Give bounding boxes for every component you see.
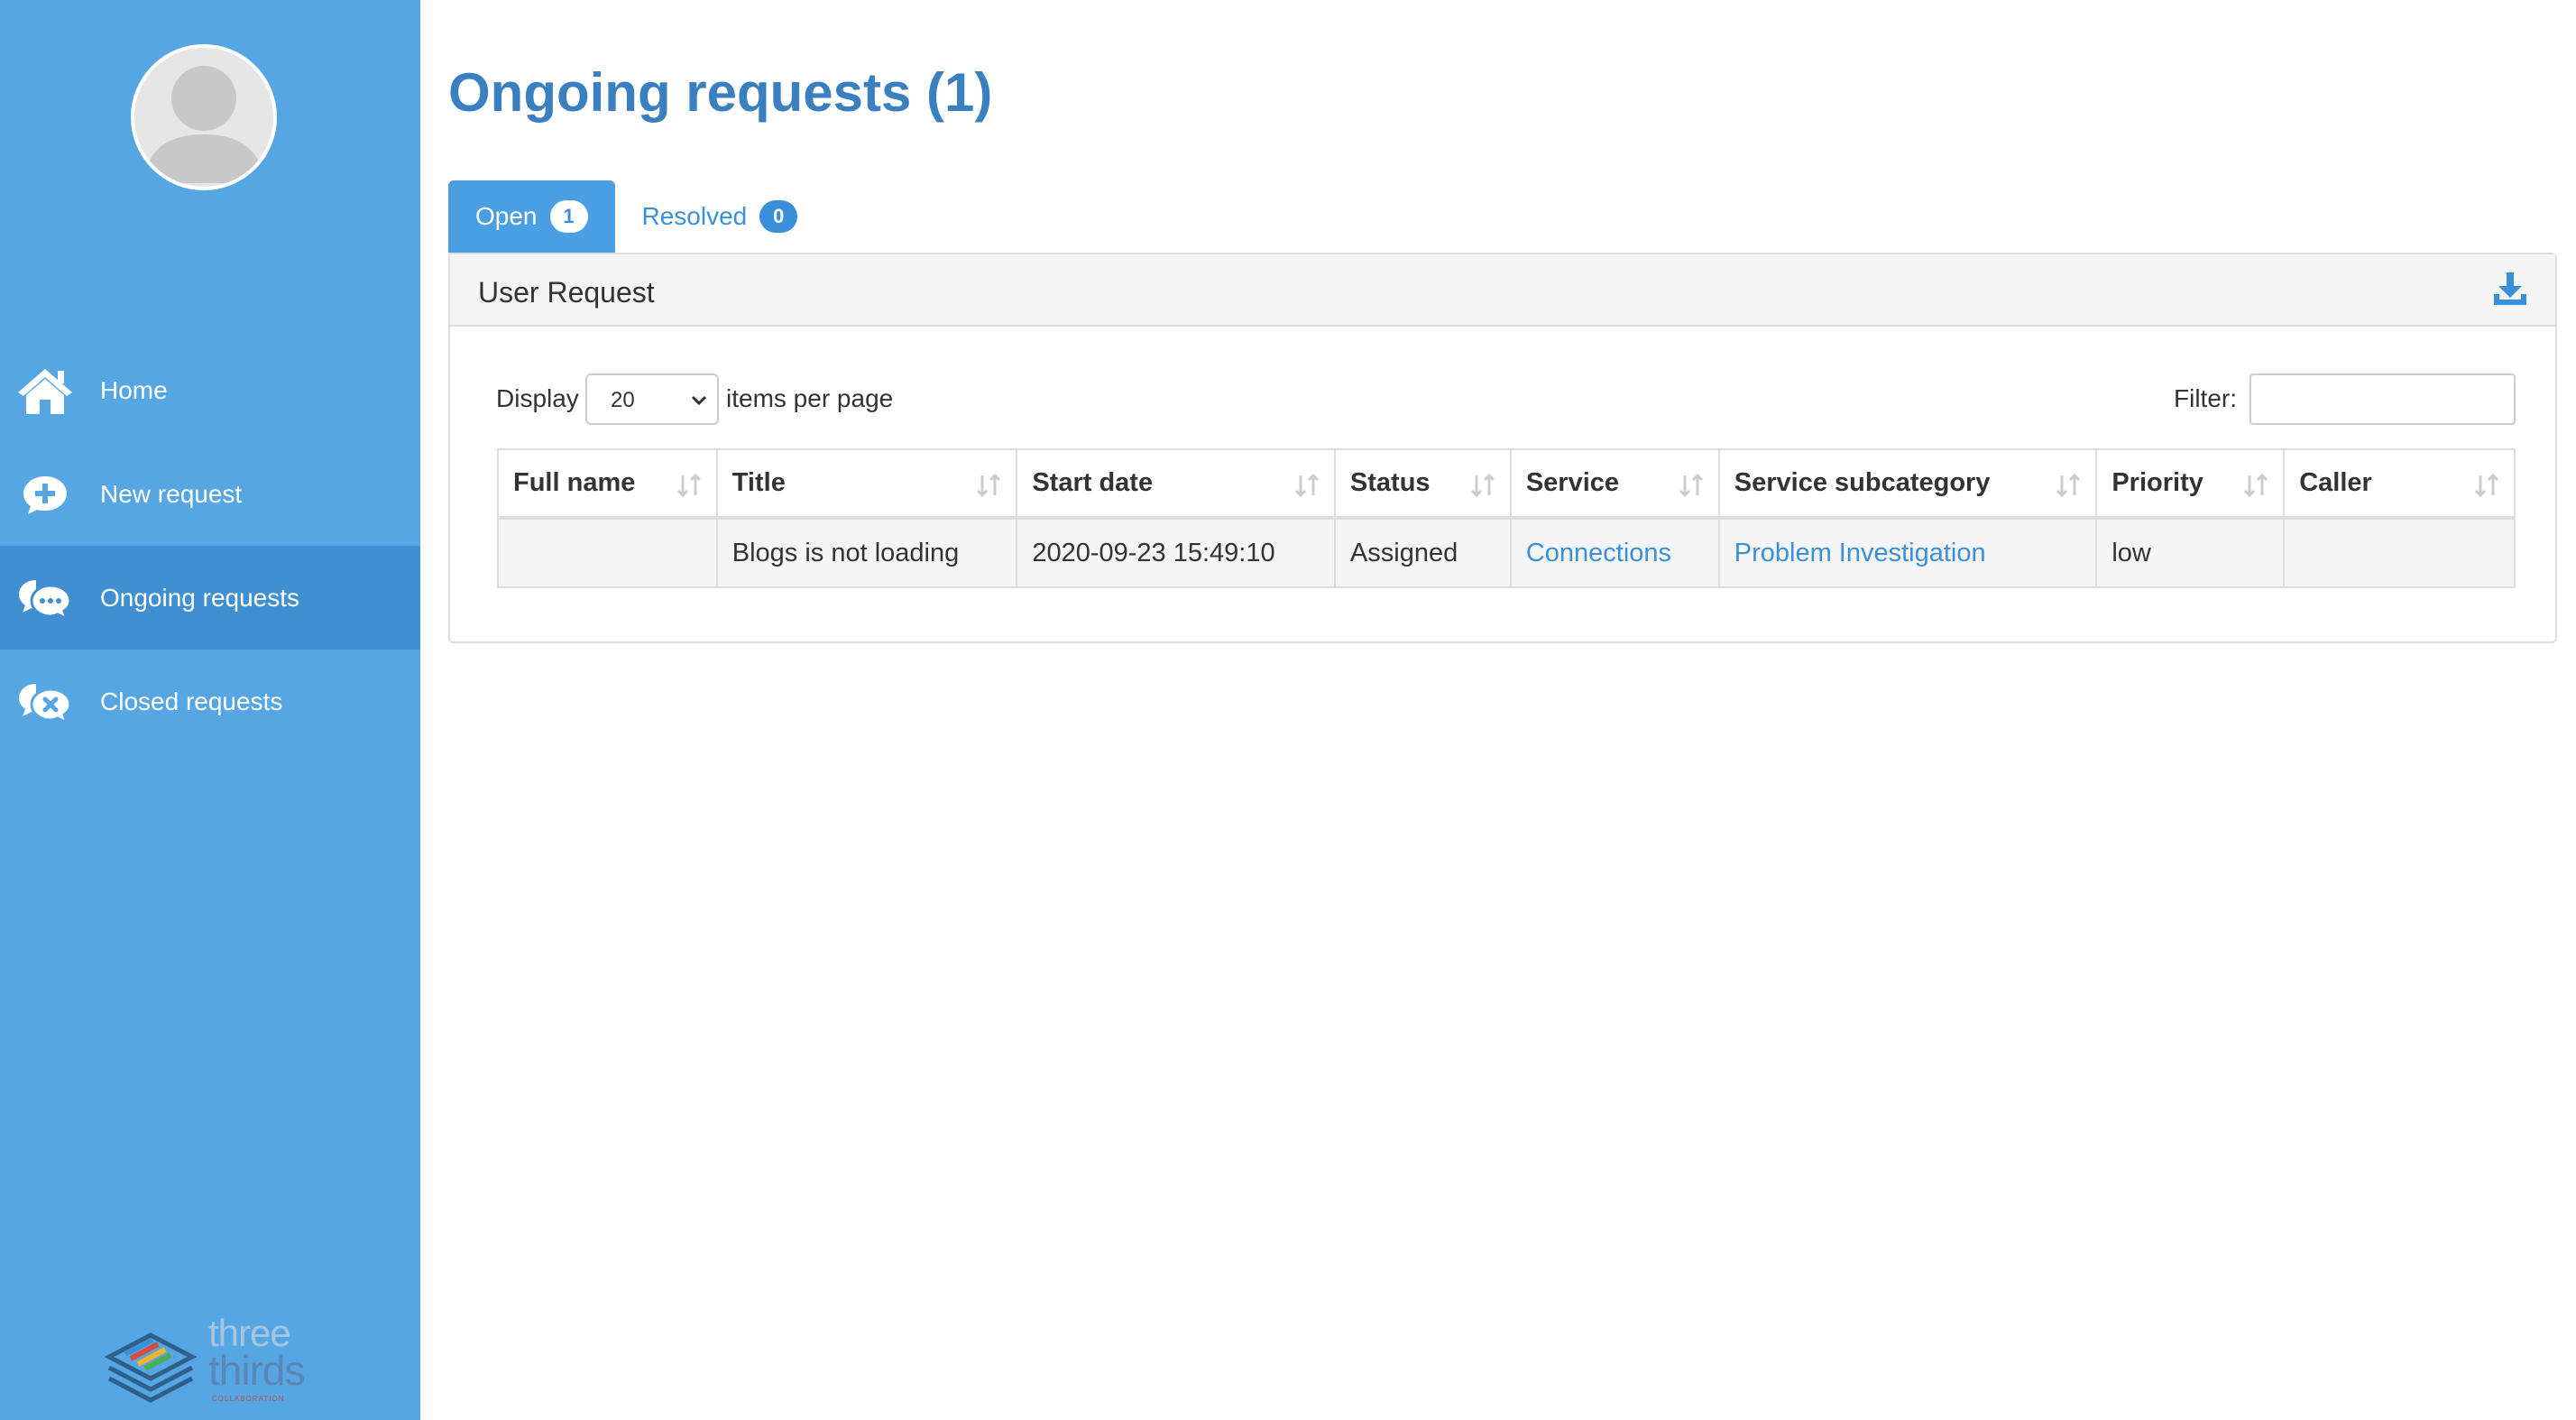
column-header-full-name[interactable]: Full name xyxy=(497,448,718,520)
page-title: Ongoing requests (1) xyxy=(448,62,993,123)
sort-icon xyxy=(977,473,1001,498)
tab-open-label: Open xyxy=(475,202,538,230)
user-avatar[interactable] xyxy=(131,44,277,190)
logo-line3: COLLABORATION xyxy=(212,1395,285,1403)
column-header-caller[interactable]: Caller xyxy=(2283,448,2516,520)
panel-title: User Request xyxy=(478,276,655,309)
tab-resolved-label: Resolved xyxy=(641,202,748,230)
sort-icon xyxy=(2056,473,2081,498)
sort-icon xyxy=(1470,473,1495,498)
table-header-row: Full name Title Start date Status Servic… xyxy=(497,448,2516,520)
sidebar-item-ongoing-requests[interactable]: Ongoing requests xyxy=(0,546,420,650)
table-row[interactable]: Blogs is not loading 2020-09-23 15:49:10… xyxy=(497,517,2516,588)
items-per-page-value: 20 xyxy=(611,388,635,412)
comments-icon xyxy=(16,573,74,623)
sidebar: Home New request Ongoing requests Closed… xyxy=(0,0,420,1420)
stacked-layers-icon xyxy=(104,1332,198,1403)
column-header-service-subcategory[interactable]: Service subcategory xyxy=(1717,448,2098,520)
cell-title: Blogs is not loading xyxy=(715,517,1018,588)
cell-priority: low xyxy=(2095,517,2286,588)
comments-close-icon xyxy=(16,677,74,727)
user-silhouette-icon xyxy=(143,66,264,183)
filter-label: Filter: xyxy=(2174,384,2237,412)
tab-resolved[interactable]: Resolved 0 xyxy=(615,180,825,253)
column-header-start-date[interactable]: Start date xyxy=(1016,448,1336,520)
home-icon xyxy=(16,365,74,416)
filter-input[interactable] xyxy=(2249,373,2516,425)
display-label: Display xyxy=(496,384,579,412)
sidebar-item-closed-requests[interactable]: Closed requests xyxy=(0,650,420,753)
sidebar-item-label: Ongoing requests xyxy=(100,583,300,612)
resolved-count-badge: 0 xyxy=(759,200,798,233)
cell-start-date: 2020-09-23 15:49:10 xyxy=(1016,517,1336,588)
items-per-page-select[interactable]: 20 xyxy=(585,373,719,425)
sidebar-item-label: Closed requests xyxy=(100,687,283,715)
cell-full-name xyxy=(497,517,718,588)
requests-table: Full name Title Start date Status Servic… xyxy=(497,448,2516,588)
column-header-status[interactable]: Status xyxy=(1333,448,1512,520)
sort-icon xyxy=(1679,473,1703,498)
panel-header: User Request xyxy=(450,254,2555,327)
service-link[interactable]: Connections xyxy=(1526,539,1671,567)
column-header-priority[interactable]: Priority xyxy=(2095,448,2286,520)
plus-circle-icon xyxy=(16,469,74,520)
three-thirds-logo: three thirds COLLABORATION xyxy=(104,1312,320,1407)
sidebar-item-home[interactable]: Home xyxy=(0,338,420,442)
sort-icon xyxy=(2474,473,2499,498)
sort-icon xyxy=(2244,473,2268,498)
chevron-down-icon xyxy=(691,395,707,406)
column-header-title[interactable]: Title xyxy=(715,448,1018,520)
open-count-badge: 1 xyxy=(549,200,588,233)
items-per-page-label: items per page xyxy=(726,384,894,412)
cell-subcategory: Problem Investigation xyxy=(1717,517,2098,588)
download-icon[interactable] xyxy=(2490,269,2530,309)
main-content: Ongoing requests (1) Open 1 Resolved 0 U… xyxy=(420,0,2576,1420)
sidebar-item-new-request[interactable]: New request xyxy=(0,442,420,546)
request-tabs: Open 1 Resolved 0 xyxy=(448,180,824,253)
sidebar-nav: Home New request Ongoing requests Closed… xyxy=(0,338,420,753)
subcategory-link[interactable]: Problem Investigation xyxy=(1734,539,1986,567)
cell-caller xyxy=(2283,517,2516,588)
cell-service: Connections xyxy=(1509,517,1720,588)
user-request-panel: User Request Display 20 items per page F… xyxy=(448,253,2557,643)
sort-icon xyxy=(676,473,701,498)
sidebar-item-label: Home xyxy=(100,375,168,404)
tab-open[interactable]: Open 1 xyxy=(448,180,615,253)
cell-status: Assigned xyxy=(1333,517,1512,588)
logo-line2: thirds xyxy=(208,1347,305,1394)
column-header-service[interactable]: Service xyxy=(1509,448,1720,520)
sort-icon xyxy=(1294,473,1319,498)
sidebar-item-label: New request xyxy=(100,479,243,508)
